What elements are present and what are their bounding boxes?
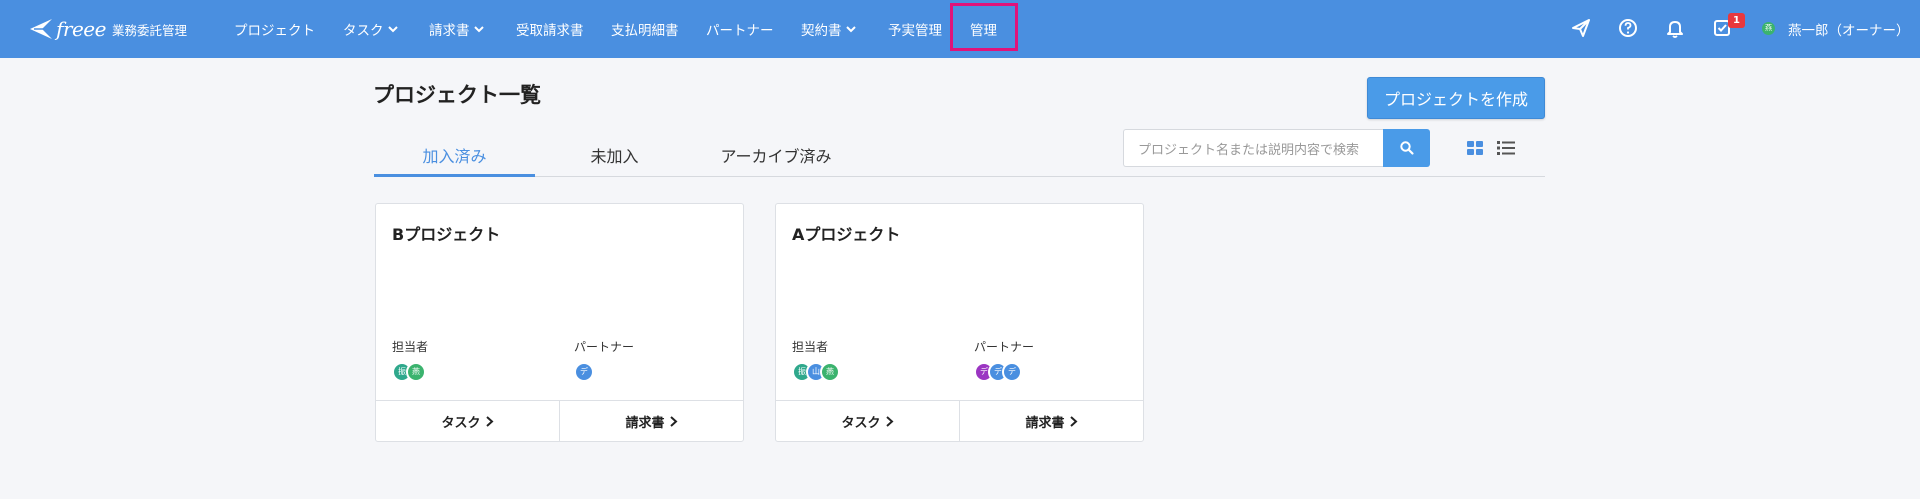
nav-item-received-invoices[interactable]: 受取請求書 [516, 0, 584, 58]
project-card-title[interactable]: Bプロジェクト [392, 221, 500, 245]
members-label: 担当者 [792, 340, 829, 354]
tasks-button-label: タスク [841, 416, 881, 431]
nav-item-contracts[interactable]: 契約書 [801, 0, 856, 58]
nav-item-label: 支払明細書 [611, 23, 679, 39]
help-icon[interactable] [1617, 17, 1639, 39]
chevron-right-icon [485, 416, 493, 427]
nav-item-payment-statements[interactable]: 支払明細書 [611, 0, 679, 58]
partners-label: パートナー [974, 340, 1035, 354]
card-footer: タスク 請求書 [776, 400, 1143, 442]
nav-item-projects[interactable]: プロジェクト [234, 0, 315, 58]
logo[interactable]: freee 業務委託管理 [28, 14, 187, 44]
search-icon [1399, 141, 1414, 155]
logo-subtitle: 業務委託管理 [111, 22, 187, 38]
avatar: デ [574, 362, 594, 382]
avatar: 燕 [406, 362, 426, 382]
tab-joined[interactable]: 加入済み [374, 143, 535, 177]
search-input[interactable]: プロジェクト名または説明内容で検索 [1123, 129, 1384, 167]
member-avatars: 振 燕 [392, 362, 426, 382]
create-project-button[interactable]: プロジェクトを作成 [1367, 77, 1545, 119]
freee-bird-icon [30, 19, 52, 39]
top-nav: freee 業務委託管理 プロジェクト タスク 請求書 受取請求書 支払明細書 … [0, 0, 1920, 58]
nav-item-partners[interactable]: パートナー [706, 0, 774, 58]
grid-view-icon[interactable] [1465, 138, 1485, 158]
tasks-button[interactable]: タスク [776, 401, 959, 442]
members-label: 担当者 [392, 340, 429, 354]
partners-label: パートナー [574, 340, 635, 354]
bell-icon[interactable] [1664, 17, 1686, 39]
invoices-button[interactable]: 請求書 [959, 401, 1143, 442]
card-footer: タスク 請求書 [376, 400, 743, 442]
notification-badge: 1 [1728, 13, 1745, 28]
nav-item-label: プロジェクト [234, 23, 315, 39]
chevron-right-icon [669, 416, 677, 427]
project-card[interactable]: Aプロジェクト 担当者 パートナー 振 山 燕 デ デ デ タスク 請求書 [775, 203, 1144, 442]
invoices-button-label: 請求書 [625, 416, 665, 431]
user-menu[interactable]: 燕一郎（オーナー） [1788, 19, 1910, 39]
nav-item-label: 受取請求書 [516, 23, 584, 39]
nav-item-label: パートナー [706, 23, 774, 39]
nav-item-budget[interactable]: 予実管理 [888, 0, 942, 58]
nav-item-invoices[interactable]: 請求書 [429, 0, 484, 58]
logo-text: freee [56, 17, 106, 41]
invoices-button-label: 請求書 [1025, 416, 1065, 431]
chevron-down-icon [845, 26, 856, 33]
search-button[interactable] [1383, 129, 1430, 167]
invoices-button[interactable]: 請求書 [559, 401, 743, 442]
project-card-title[interactable]: Aプロジェクト [792, 221, 900, 245]
page-title: プロジェクト一覧 [373, 83, 541, 107]
tasks-button[interactable]: タスク [376, 401, 559, 442]
project-card[interactable]: Bプロジェクト 担当者 パートナー 振 燕 デ タスク 請求書 [375, 203, 744, 442]
avatar[interactable]: 燕 [1762, 22, 1775, 35]
nav-item-label: タスク [343, 23, 384, 39]
chevron-down-icon [473, 26, 484, 33]
send-icon[interactable] [1570, 17, 1592, 39]
nav-item-label: 予実管理 [888, 23, 942, 39]
avatar: デ [1002, 362, 1022, 382]
member-avatars: 振 山 燕 [792, 362, 840, 382]
nav-item-tasks[interactable]: タスク [343, 0, 398, 58]
tab-not-joined[interactable]: 未加入 [535, 143, 694, 177]
partner-avatars: デ [574, 362, 594, 382]
list-view-icon[interactable] [1496, 138, 1516, 158]
chevron-down-icon [387, 26, 398, 33]
nav-item-label: 請求書 [429, 23, 470, 39]
chevron-right-icon [885, 416, 893, 427]
highlight-box [950, 3, 1018, 51]
tab-archived[interactable]: アーカイブ済み [694, 143, 858, 177]
avatar: 燕 [820, 362, 840, 382]
chevron-right-icon [1069, 416, 1077, 427]
tasks-button-label: タスク [441, 416, 481, 431]
nav-item-label: 契約書 [801, 23, 842, 39]
partner-avatars: デ デ デ [974, 362, 1022, 382]
